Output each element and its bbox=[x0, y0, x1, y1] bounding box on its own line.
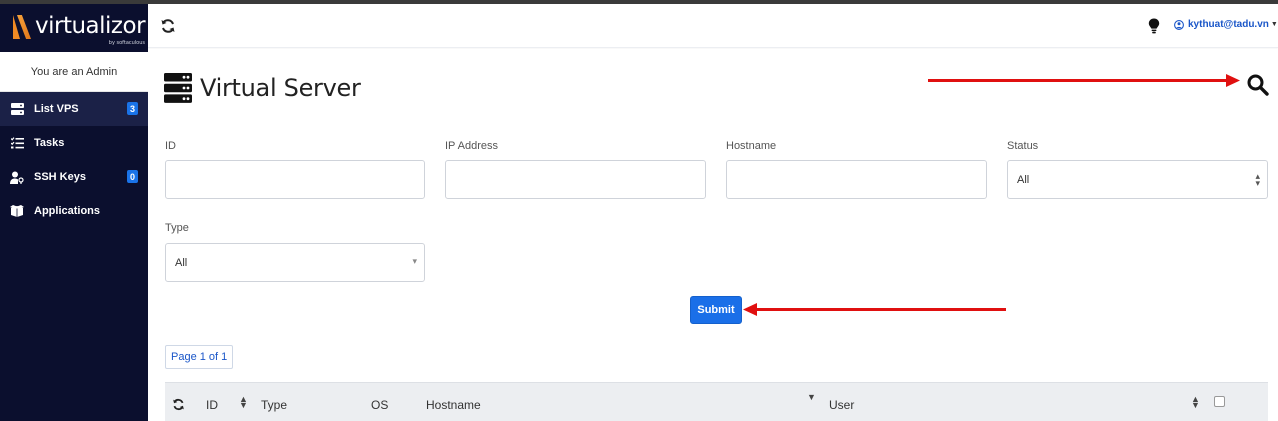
annotation-arrow-search bbox=[928, 79, 1228, 82]
pagination-indicator[interactable]: Page 1 of 1 bbox=[165, 345, 234, 369]
select-updown-icon: ▴ ▾ bbox=[1255, 171, 1260, 188]
sidebar-item-label: SSH Keys bbox=[34, 171, 86, 183]
admin-role-label: You are an Admin bbox=[0, 52, 148, 92]
status-selected-value: All bbox=[1017, 173, 1030, 186]
user-menu-dropdown[interactable]: kythuat@tadu.vn ▼ bbox=[1174, 19, 1278, 30]
boxes-icon bbox=[10, 204, 24, 218]
hostname-input[interactable] bbox=[726, 160, 987, 199]
search-icon[interactable] bbox=[1247, 74, 1271, 98]
select-all-checkbox[interactable] bbox=[1214, 396, 1225, 407]
brand-subtitle: by softaculous bbox=[108, 39, 146, 46]
refresh-icon[interactable] bbox=[160, 18, 176, 34]
page-title: Virtual Server bbox=[200, 74, 361, 102]
brand-name: virtualizor by softaculous bbox=[35, 12, 146, 46]
sidebar-item-tasks[interactable]: Tasks bbox=[0, 126, 148, 160]
column-header-os[interactable]: OS bbox=[371, 398, 388, 412]
ip-address-label: IP Address bbox=[445, 140, 498, 152]
sidebar-item-ssh-keys[interactable]: SSH Keys 0 bbox=[0, 160, 148, 194]
tasks-list-icon bbox=[10, 136, 24, 150]
brand-logo[interactable]: virtualizor by softaculous bbox=[0, 4, 148, 48]
sort-icon[interactable]: ▲ ▼ bbox=[1191, 395, 1200, 410]
sidebar: virtualizor by softaculous You are an Ad… bbox=[0, 4, 148, 421]
lightbulb-icon[interactable] bbox=[1148, 18, 1160, 34]
column-header-user[interactable]: User bbox=[829, 398, 854, 412]
user-key-icon bbox=[10, 170, 24, 184]
sidebar-item-label: Applications bbox=[34, 205, 101, 217]
user-circle-icon bbox=[1174, 19, 1184, 30]
ip-address-input[interactable] bbox=[445, 160, 706, 199]
type-label: Type bbox=[165, 222, 189, 234]
sidebar-item-label: Tasks bbox=[34, 137, 65, 149]
type-select[interactable]: All ▾ bbox=[165, 243, 425, 282]
sort-icon[interactable]: ▲ ▼ bbox=[239, 395, 248, 410]
sort-desc-icon[interactable]: ▼ bbox=[807, 393, 816, 402]
annotation-arrow-submit bbox=[754, 308, 1006, 311]
column-header-type[interactable]: Type bbox=[261, 398, 287, 412]
sidebar-item-list-vps[interactable]: List VPS 3 bbox=[0, 92, 148, 126]
table-refresh-icon[interactable] bbox=[172, 398, 185, 411]
caret-down-icon: ▼ bbox=[1270, 21, 1278, 28]
chevron-down-icon: ▾ bbox=[412, 256, 417, 266]
top-header: kythuat@tadu.vn ▼ bbox=[148, 4, 1278, 48]
vps-count-badge: 3 bbox=[127, 102, 138, 115]
id-label: ID bbox=[165, 140, 176, 152]
sidebar-item-label: List VPS bbox=[34, 103, 79, 115]
hostname-label: Hostname bbox=[726, 140, 777, 152]
column-header-hostname[interactable]: Hostname bbox=[426, 398, 481, 412]
server-icon bbox=[10, 102, 24, 116]
column-header-id[interactable]: ID bbox=[206, 398, 218, 412]
status-label: Status bbox=[1007, 140, 1039, 152]
vps-table-header: ID ▲ ▼ Type OS Hostname ▼ User ▲ ▼ bbox=[165, 382, 1268, 421]
annotation-arrowhead-search bbox=[1226, 74, 1240, 87]
sidebar-nav: List VPS 3 Tasks SSH Keys 0 Applications bbox=[0, 92, 148, 228]
submit-button[interactable]: Submit bbox=[690, 296, 742, 324]
main-content: Virtual Server ID IP Address Hostname St… bbox=[148, 49, 1278, 421]
page-header: Virtual Server bbox=[164, 73, 361, 103]
status-select[interactable]: All ▴ ▾ bbox=[1007, 160, 1268, 199]
brand-logo-icon bbox=[13, 13, 33, 39]
ssh-keys-count-badge: 0 bbox=[127, 170, 138, 183]
sidebar-item-applications[interactable]: Applications bbox=[0, 194, 148, 228]
type-selected-value: All bbox=[175, 256, 188, 269]
user-email: kythuat@tadu.vn bbox=[1188, 19, 1269, 30]
server-stack-icon bbox=[164, 73, 192, 103]
id-input[interactable] bbox=[165, 160, 425, 199]
